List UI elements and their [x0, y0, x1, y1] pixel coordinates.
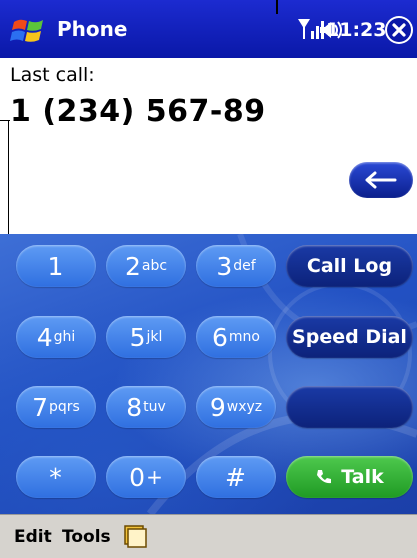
empty-action-button[interactable]: [286, 386, 413, 428]
key-7[interactable]: 7 pqrs: [16, 386, 96, 428]
talk-button[interactable]: Talk: [286, 456, 413, 498]
dial-keypad: 1 2 abc 3 def Call Log 4 ghi 5 jkl 6 mno…: [0, 234, 417, 514]
title-bar: Phone 11:23: [0, 0, 417, 58]
key-5[interactable]: 5 jkl: [106, 316, 186, 358]
clock[interactable]: 11:23: [326, 19, 386, 41]
call-log-label: Call Log: [306, 255, 393, 277]
close-button[interactable]: [385, 16, 413, 44]
call-display-area: Last call: 1 (234) 567-89: [0, 58, 417, 234]
key-letters: wxyz: [226, 399, 263, 415]
number-display: 1 (234) 567-89: [10, 94, 266, 129]
key-letters: +: [146, 465, 163, 489]
key-6[interactable]: 6 mno: [196, 316, 276, 358]
key-star[interactable]: *: [16, 456, 96, 498]
key-digit: 3: [216, 251, 233, 281]
key-8[interactable]: 8 tuv: [106, 386, 186, 428]
speed-dial-button[interactable]: Speed Dial: [286, 316, 413, 358]
key-hash[interactable]: #: [196, 456, 276, 498]
phone-handset-icon: [317, 470, 332, 484]
close-icon: [387, 18, 411, 42]
input-panel-icon[interactable]: [122, 523, 148, 549]
key-letters: pqrs: [49, 399, 80, 415]
speed-dial-label: Speed Dial: [292, 326, 407, 348]
last-call-label: Last call:: [10, 64, 95, 86]
key-digit: 2: [124, 251, 141, 281]
key-letters: mno: [228, 329, 260, 345]
key-4[interactable]: 4 ghi: [16, 316, 96, 358]
key-digit: 9: [209, 392, 226, 422]
key-letters: jkl: [146, 329, 163, 345]
menu-tools[interactable]: Tools: [62, 527, 111, 547]
talk-label: Talk: [341, 466, 384, 488]
key-digit: 8: [126, 392, 143, 422]
backspace-button[interactable]: [349, 162, 413, 198]
key-digit: 6: [212, 322, 228, 352]
key-9[interactable]: 9 wxyz: [196, 386, 276, 428]
backspace-arrow-icon: [365, 171, 397, 189]
key-2[interactable]: 2 abc: [106, 245, 186, 287]
key-digit: 0: [129, 462, 146, 492]
key-digit: *: [49, 462, 62, 492]
key-digit: #: [225, 462, 246, 492]
key-3[interactable]: 3 def: [196, 245, 276, 287]
menu-edit[interactable]: Edit: [14, 527, 52, 547]
windows-start-icon[interactable]: [10, 16, 48, 46]
key-digit: 4: [36, 322, 53, 352]
key-1[interactable]: 1: [16, 245, 96, 287]
key-letters: tuv: [143, 399, 166, 415]
app-title: Phone: [57, 17, 128, 41]
key-digit: 7: [32, 392, 49, 422]
divider-line: [276, 0, 278, 14]
key-letters: ghi: [53, 329, 76, 345]
menu-bar: Edit Tools: [0, 514, 417, 558]
key-letters: def: [233, 258, 256, 274]
key-0[interactable]: 0 +: [106, 456, 186, 498]
key-digit: 5: [129, 322, 146, 352]
call-log-button[interactable]: Call Log: [286, 245, 413, 287]
key-letters: abc: [141, 258, 168, 274]
key-digit: 1: [47, 251, 64, 281]
